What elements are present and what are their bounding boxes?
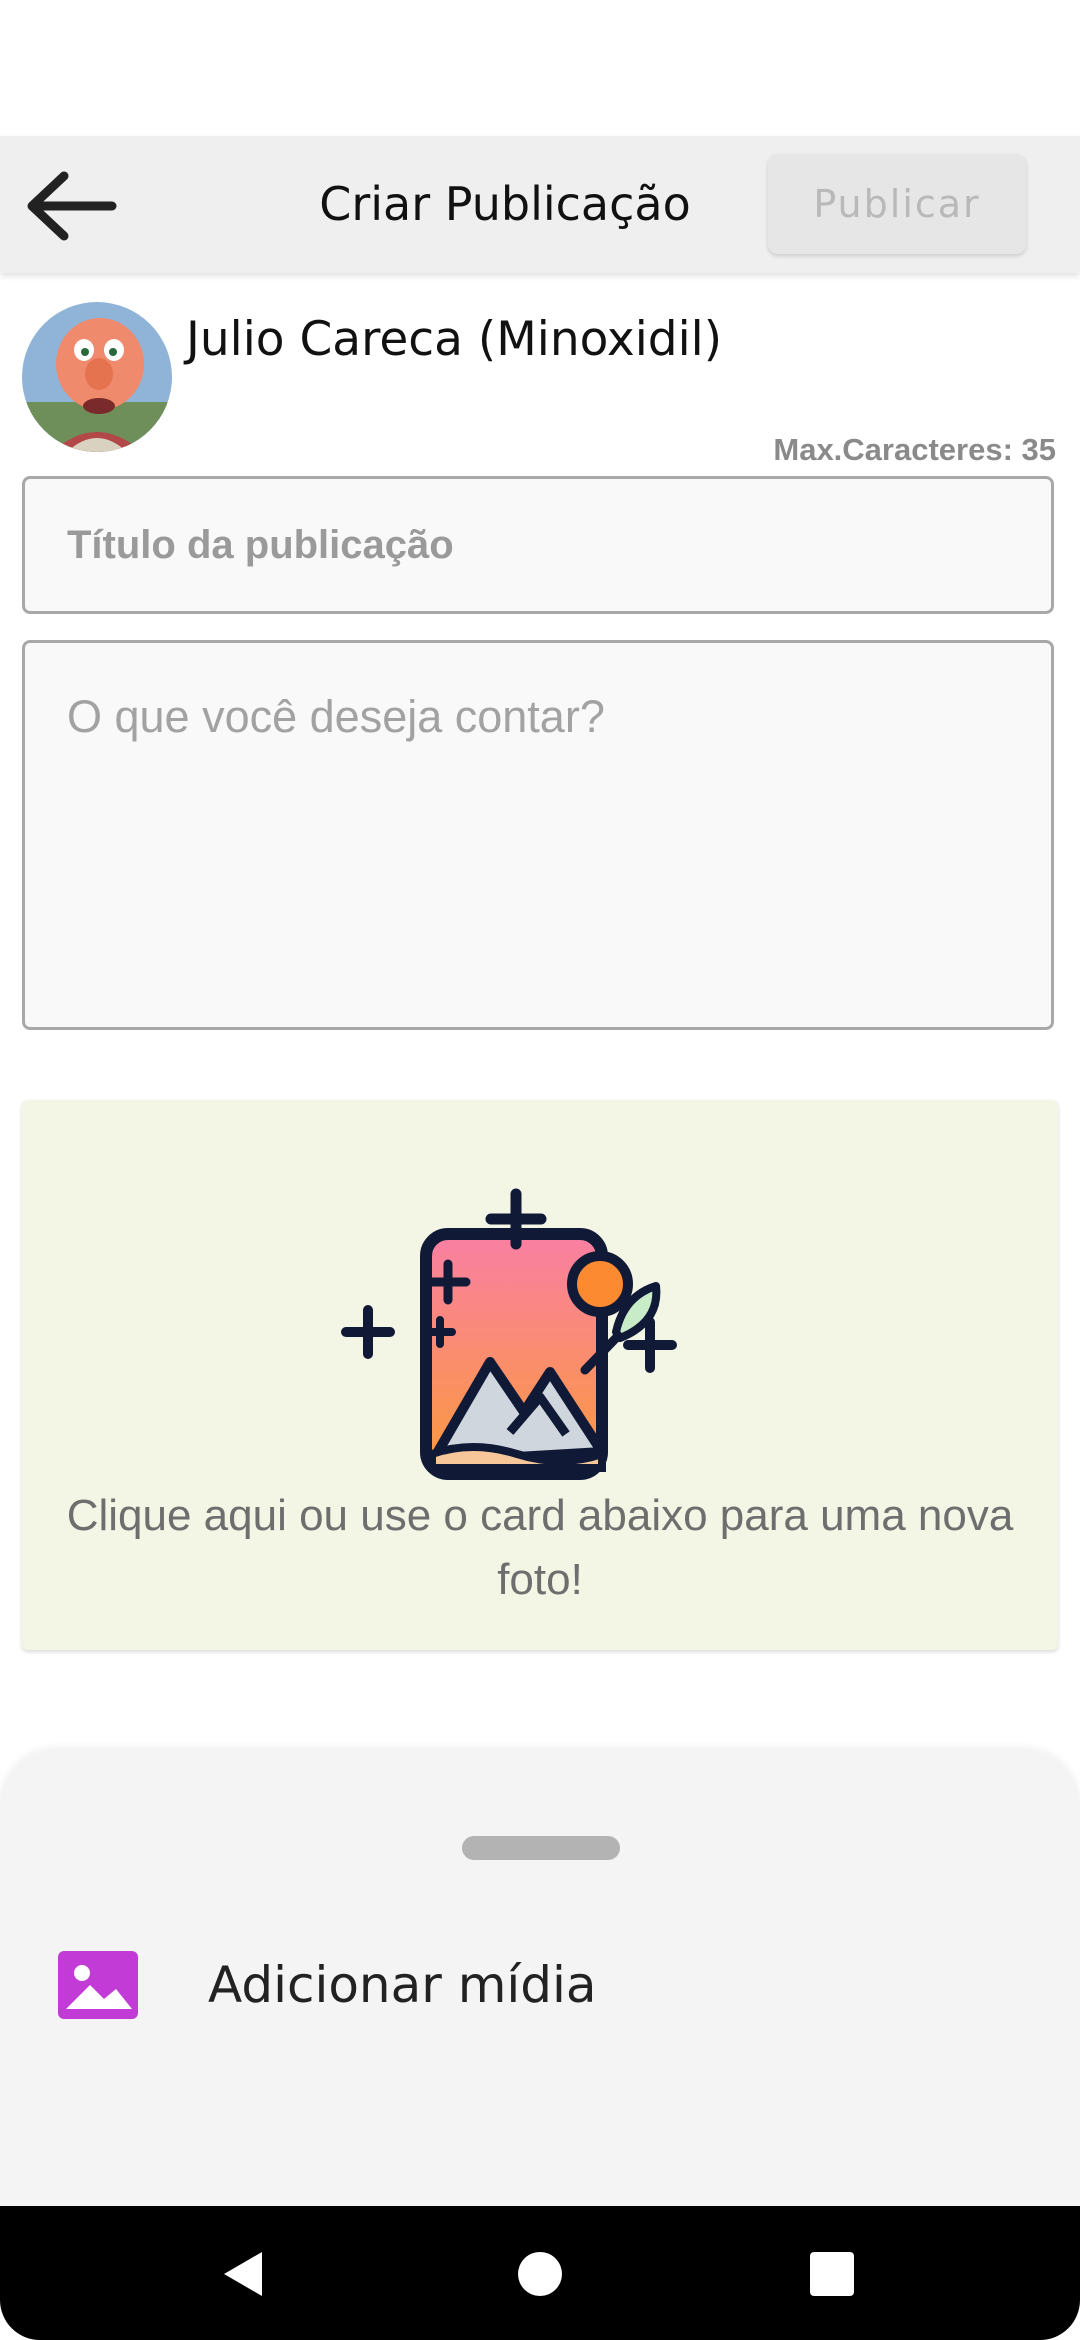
square-recents-icon <box>810 2252 854 2296</box>
system-navigation-bar <box>0 2206 1080 2340</box>
drag-handle[interactable] <box>462 1836 620 1860</box>
app-bar: Criar Publicação Publicar <box>0 136 1080 273</box>
post-title-input[interactable]: Título da publicação <box>22 476 1054 614</box>
add-media-label: Adicionar mídia <box>208 1956 597 2014</box>
circle-home-icon <box>518 2252 562 2296</box>
add-photo-caption: Clique aqui ou use o card abaixo para um… <box>66 1491 1014 1604</box>
add-photo-card[interactable]: Clique aqui ou use o card abaixo para um… <box>22 1100 1058 1650</box>
add-photo-illustration-icon <box>341 1188 677 1480</box>
character-counter: Max.Caracteres: 35 <box>773 432 1056 467</box>
add-media-button[interactable]: Adicionar mídia <box>40 1920 1040 2050</box>
title-placeholder: Título da publicação <box>67 522 454 567</box>
publish-button[interactable]: Publicar <box>768 154 1026 254</box>
status-bar <box>0 0 1080 136</box>
back-button[interactable] <box>20 166 120 246</box>
post-body-textarea[interactable]: O que você deseja contar? <box>22 640 1054 1030</box>
author-name: Julio Careca (Minoxidil) <box>186 312 723 367</box>
body-placeholder: O que você deseja contar? <box>67 691 605 742</box>
image-icon <box>58 1951 138 2019</box>
avatar <box>22 302 172 452</box>
arrow-left-icon <box>27 171 117 241</box>
nav-home-button[interactable] <box>508 2242 572 2306</box>
triangle-back-icon <box>224 2252 262 2296</box>
nav-recents-button[interactable] <box>800 2242 864 2306</box>
bottom-sheet: Adicionar mídia <box>0 1750 1080 2220</box>
nav-back-button[interactable] <box>212 2242 276 2306</box>
